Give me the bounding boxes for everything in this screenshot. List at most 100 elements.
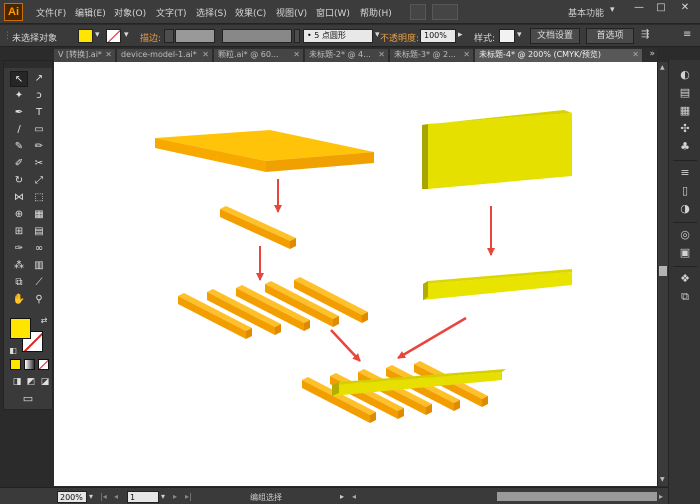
vertical-scrollbar[interactable]: ▲ ▼ (657, 62, 668, 486)
blob-brush-tool[interactable]: ✐ (10, 156, 28, 172)
next-artboard-icon[interactable]: ▸ (173, 492, 177, 501)
close-icon[interactable]: ✕ (378, 49, 385, 61)
tab-document-1[interactable]: V [转换].ai* ✕ (54, 49, 116, 62)
blend-tool[interactable]: ∞ (30, 241, 48, 257)
perspective-grid-tool[interactable]: ▦ (30, 207, 48, 223)
symbols-icon[interactable]: ♣ (677, 140, 693, 154)
chevron-down-icon[interactable]: ▾ (517, 30, 522, 40)
column-graph-tool[interactable]: ▥ (30, 258, 48, 274)
brush-definition-select[interactable]: • 5 点圆形 (303, 29, 373, 43)
default-colors-icon[interactable]: ◧ (4, 343, 22, 359)
close-icon[interactable]: ✕ (105, 49, 112, 61)
menu-window[interactable]: 窗口(W) (316, 6, 350, 19)
gradient-icon[interactable]: ▯ (677, 184, 693, 198)
shape-builder-tool[interactable]: ⊕ (10, 207, 28, 223)
graphic-styles-icon[interactable]: ▣ (677, 246, 693, 260)
panel-menu-icon[interactable]: ≡ (683, 29, 691, 40)
color-mode-button[interactable] (10, 359, 21, 370)
menu-help[interactable]: 帮助(H) (360, 6, 392, 19)
first-artboard-icon[interactable]: |◂ (100, 492, 107, 501)
scroll-right-icon[interactable]: ▸ (659, 492, 663, 501)
menu-view[interactable]: 视图(V) (276, 6, 307, 19)
maximize-button[interactable]: □ (652, 2, 670, 18)
bridge-button[interactable] (410, 4, 426, 20)
close-icon[interactable]: ✕ (463, 49, 470, 61)
brushes-icon[interactable]: ✣ (677, 122, 693, 136)
close-button[interactable]: ✕ (676, 2, 694, 18)
graphic-style-swatch[interactable] (499, 29, 515, 43)
zoom-tool[interactable]: ⚲ (30, 292, 48, 308)
hand-tool[interactable]: ✋ (10, 292, 28, 308)
menu-edit[interactable]: 编辑(E) (75, 6, 106, 19)
width-tool[interactable]: ⋈ (10, 190, 28, 206)
paintbrush-tool[interactable]: ✎ (10, 139, 28, 155)
tab-document-active[interactable]: 未标题-4* @ 200% (CMYK/预览) ✕ (475, 49, 643, 62)
scroll-up-icon[interactable]: ▲ (660, 64, 665, 71)
stroke-weight-stepper[interactable] (164, 29, 174, 43)
appearance-icon[interactable]: ◎ (677, 228, 693, 242)
document-setup-button[interactable]: 文档设置 (530, 28, 580, 44)
toolbar-header[interactable] (4, 61, 52, 68)
layers-icon[interactable]: ❖ (677, 272, 693, 286)
close-icon[interactable]: ✕ (202, 49, 209, 61)
workspace-switcher[interactable]: 基本功能 (568, 6, 604, 19)
chevron-down-icon[interactable] (294, 29, 300, 43)
artboard-tool[interactable]: ⧉ (10, 275, 28, 291)
lasso-tool[interactable]: ↄ (30, 88, 48, 104)
scissors-tool[interactable]: ✂ (30, 156, 48, 172)
arrange-documents-button[interactable] (432, 4, 458, 20)
align-icon[interactable]: ⇶ (641, 29, 649, 40)
gradient-tool[interactable]: ▤ (30, 224, 48, 240)
scale-tool[interactable]: ⤢ (30, 173, 48, 189)
artboard-number-field[interactable]: 1 (127, 491, 159, 503)
rectangle-tool[interactable]: ▭ (30, 122, 48, 138)
transparency-icon[interactable]: ◑ (677, 202, 693, 216)
chevron-down-icon[interactable]: ▾ (610, 5, 615, 15)
chevron-down-icon[interactable]: ▾ (161, 492, 165, 501)
tab-document-4[interactable]: 未标题-2* @ 4... ✕ (305, 49, 389, 62)
variable-width-profile[interactable] (222, 29, 292, 43)
tab-document-2[interactable]: device-model-1.ai* ✕ (117, 49, 213, 62)
fill-color-swatch[interactable] (78, 29, 93, 43)
free-transform-tool[interactable]: ⬚ (30, 190, 48, 206)
draw-inside-icon[interactable]: ◪ (36, 374, 54, 390)
slice-tool[interactable]: ⟋ (30, 275, 48, 291)
opacity-field[interactable]: 100% (420, 29, 456, 43)
swatches-icon[interactable]: ▦ (677, 104, 693, 118)
chevron-down-icon[interactable]: ▾ (124, 30, 129, 40)
scroll-down-icon[interactable]: ▼ (660, 476, 665, 483)
menu-object[interactable]: 对象(O) (114, 6, 146, 19)
tab-document-5[interactable]: 未标题-3* @ 2... ✕ (390, 49, 474, 62)
pencil-tool[interactable]: ✏ (30, 139, 48, 155)
stroke-icon[interactable]: ≡ (677, 166, 693, 180)
previous-artboard-icon[interactable]: ◂ (114, 492, 118, 501)
fill-color-swatch[interactable] (10, 318, 31, 339)
swap-colors-icon[interactable]: ⇄ (35, 313, 53, 329)
stroke-none-swatch[interactable] (106, 29, 121, 43)
zoom-field[interactable]: 200% (57, 491, 87, 503)
vertical-scroll-thumb[interactable] (659, 266, 667, 276)
screen-mode-icon[interactable]: ▭ (19, 391, 37, 407)
close-icon[interactable]: ✕ (293, 49, 300, 61)
mesh-tool[interactable]: ⊞ (10, 224, 28, 240)
menu-file[interactable]: 文件(F) (36, 6, 66, 19)
color-panel-icon[interactable]: ◐ (677, 68, 693, 82)
chevron-down-icon[interactable]: ▾ (95, 30, 100, 40)
artboards-icon[interactable]: ⧉ (677, 290, 693, 304)
line-tool[interactable]: / (10, 122, 28, 138)
artboard-canvas[interactable] (54, 62, 657, 486)
preferences-button[interactable]: 首选项 (586, 28, 634, 44)
chevron-right-icon[interactable]: ▸ (458, 30, 463, 40)
tab-document-3[interactable]: 颗粒.ai* @ 60... ✕ (214, 49, 304, 62)
selection-tool[interactable]: ↖ (10, 71, 28, 87)
type-tool[interactable]: T (30, 105, 48, 121)
symbol-sprayer-tool[interactable]: ⁂ (10, 258, 28, 274)
scroll-left-icon[interactable]: ◂ (352, 492, 356, 501)
menu-effect[interactable]: 效果(C) (235, 6, 266, 19)
pen-tool[interactable]: ✒ (10, 105, 28, 121)
rotate-tool[interactable]: ↻ (10, 173, 28, 189)
tab-overflow-icon[interactable]: » (649, 49, 655, 59)
none-mode-button[interactable] (38, 359, 49, 370)
eyedropper-tool[interactable]: ✑ (10, 241, 28, 257)
menu-select[interactable]: 选择(S) (196, 6, 227, 19)
